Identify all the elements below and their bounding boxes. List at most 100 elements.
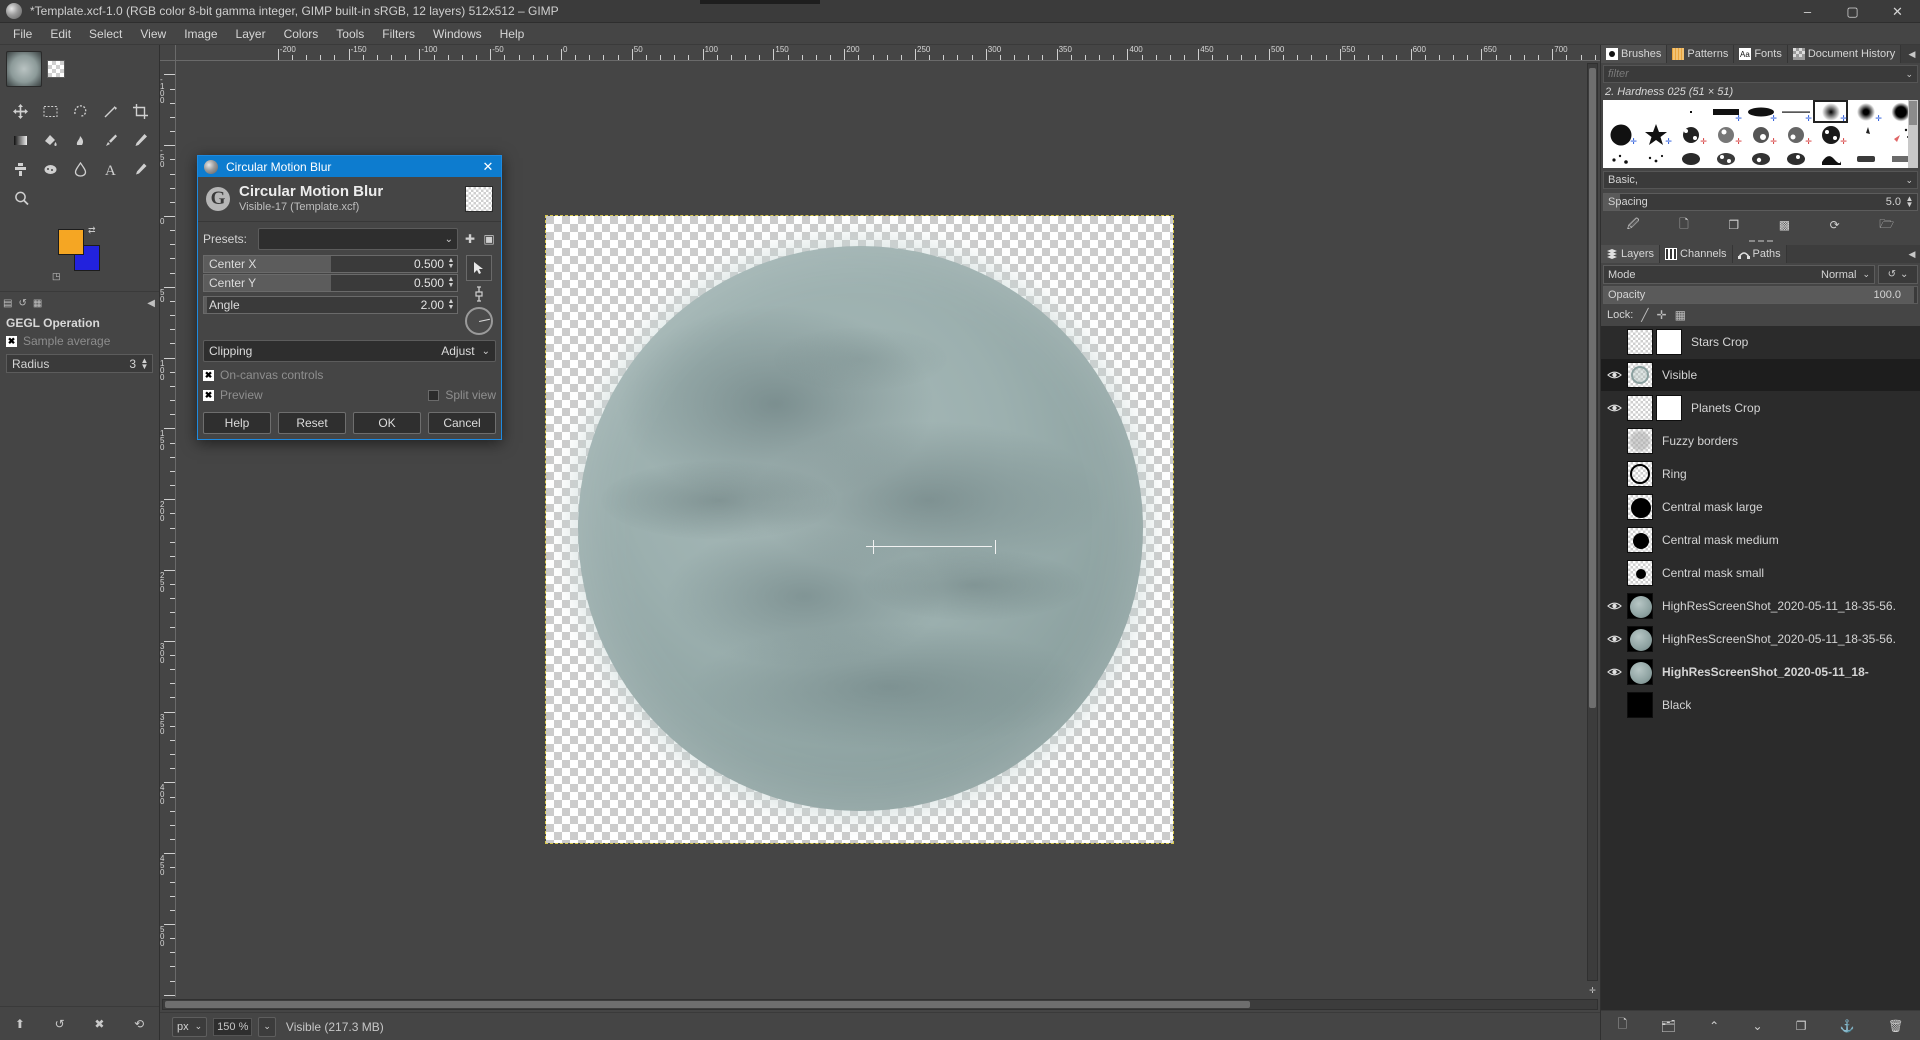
- menu-image[interactable]: Image: [175, 25, 226, 43]
- layer-list[interactable]: Stars Crop Visible Planets Crop Fuzzy borde…: [1601, 326, 1920, 1010]
- zoom-input[interactable]: 150 %: [213, 1017, 253, 1036]
- open-brush-folder-icon[interactable]: 🗁: [1879, 215, 1894, 236]
- brush-grid-scrollbar-thumb[interactable]: [1909, 101, 1917, 125]
- angle-value[interactable]: 2.00: [421, 298, 446, 312]
- layer-row[interactable]: Fuzzy borders: [1601, 425, 1920, 458]
- manage-presets-icon[interactable]: ▣: [482, 230, 496, 248]
- circular-motion-blur-dialog[interactable]: Circular Motion Blur ✕ G Circular Motion…: [197, 155, 502, 440]
- brush-cell[interactable]: ✛: [1673, 123, 1708, 146]
- horizontal-ruler[interactable]: -200 -150 -100 -50 0 50 100 150 200 250 300 350 400 4…: [176, 45, 1600, 61]
- layer-thumbnail[interactable]: [1627, 659, 1653, 685]
- ruler-corner-unit-button[interactable]: [160, 45, 176, 61]
- zoom-tool-icon[interactable]: [6, 184, 36, 213]
- image-tab-thumbnail[interactable]: [47, 60, 65, 78]
- preview-checkbox[interactable]: ✖: [203, 389, 214, 401]
- move-tool-icon[interactable]: [6, 97, 36, 126]
- presets-combobox[interactable]: ⌄: [258, 228, 458, 250]
- edit-brush-icon[interactable]: 🖉: [1627, 215, 1640, 236]
- vertical-ruler[interactable]: - 1 0 0 - 5 0 0 5 0 1 0 0 1 5 0 2 0 0 2 5 0 3 0 …: [160, 61, 176, 997]
- layer-mask-thumbnail[interactable]: [1656, 329, 1682, 355]
- chevron-down-icon[interactable]: ⌄: [1900, 269, 1908, 280]
- gradient-tool-icon[interactable]: [6, 126, 36, 155]
- brush-cell[interactable]: ✛: [1638, 123, 1673, 146]
- delete-brush-icon[interactable]: ▩: [1779, 218, 1790, 232]
- brush-cell[interactable]: ✛: [1743, 100, 1778, 123]
- minimize-button[interactable]: –: [1785, 0, 1830, 23]
- menu-select[interactable]: Select: [80, 25, 131, 43]
- raise-layer-icon[interactable]: ⌃: [1709, 1019, 1719, 1033]
- split-view-checkbox[interactable]: [428, 389, 440, 401]
- brush-cell[interactable]: [1673, 100, 1708, 123]
- paintbrush-tool-icon[interactable]: [95, 126, 125, 155]
- lock-alpha-icon[interactable]: ▦: [1675, 308, 1686, 322]
- free-select-tool-icon[interactable]: [66, 97, 96, 126]
- dock-resize-grip[interactable]: [1601, 237, 1920, 245]
- ok-button[interactable]: OK: [353, 412, 421, 434]
- menu-file[interactable]: File: [4, 25, 41, 43]
- layers-dock-menu-icon[interactable]: ◀: [1904, 245, 1920, 263]
- tab-paths[interactable]: Paths: [1732, 245, 1787, 263]
- bucket-fill-tool-icon[interactable]: [36, 126, 66, 155]
- vertical-scrollbar-thumb[interactable]: [1589, 68, 1596, 708]
- spacing-spin-arrows[interactable]: ▲ ▼: [1904, 195, 1915, 209]
- center-y-value[interactable]: 0.500: [414, 276, 446, 290]
- paths-tool-icon[interactable]: [95, 97, 125, 126]
- brush-cell[interactable]: ✛: [1743, 123, 1778, 146]
- lower-layer-icon[interactable]: ⌄: [1752, 1019, 1762, 1033]
- menu-help[interactable]: Help: [491, 25, 534, 43]
- new-brush-icon[interactable]: 🗋: [1679, 215, 1689, 236]
- spacing-slider[interactable]: Spacing 5.0 ▲ ▼: [1603, 193, 1918, 211]
- tool-options-menu-icon[interactable]: ◀: [147, 298, 155, 309]
- brush-cell[interactable]: ✛: [1848, 100, 1883, 123]
- clipping-selector[interactable]: Clipping Adjust ⌄: [203, 340, 496, 362]
- layer-thumbnail[interactable]: [1627, 362, 1653, 388]
- brush-cell[interactable]: [1638, 100, 1673, 123]
- layer-thumbnail[interactable]: [1627, 461, 1653, 487]
- layer-mask-thumbnail[interactable]: [1656, 395, 1682, 421]
- link-center-values-icon[interactable]: [469, 283, 489, 305]
- layer-thumbnail[interactable]: [1627, 329, 1653, 355]
- smudge-tool-icon[interactable]: [66, 126, 96, 155]
- on-canvas-controls-checkbox[interactable]: ✖: [203, 369, 214, 381]
- layer-row[interactable]: Central mask large: [1601, 491, 1920, 524]
- add-preset-icon[interactable]: ✚: [463, 230, 477, 248]
- reset-tool-options-icon[interactable]: ⟲: [134, 1017, 144, 1031]
- layer-thumbnail[interactable]: [1627, 428, 1653, 454]
- duplicate-brush-icon[interactable]: ❐: [1728, 218, 1739, 232]
- brush-cell[interactable]: [1638, 146, 1673, 168]
- preview-row[interactable]: ✖ Preview Split view: [203, 388, 496, 402]
- radius-stepper[interactable]: Radius 3 ▲ ▼: [6, 354, 153, 373]
- anchor-layer-icon[interactable]: ⚓: [1840, 1019, 1855, 1033]
- layer-thumbnail[interactable]: [1627, 560, 1653, 586]
- open-image-thumbnail[interactable]: [6, 51, 42, 87]
- sample-average-checkbox[interactable]: ✖: [6, 335, 17, 347]
- angle-spin-arrows[interactable]: ▲ ▼: [446, 298, 456, 311]
- brush-cell[interactable]: [1743, 146, 1778, 168]
- layer-row[interactable]: Central mask small: [1601, 557, 1920, 590]
- device-status-tab-icon[interactable]: ▦: [33, 298, 42, 309]
- menu-filters[interactable]: Filters: [373, 25, 424, 43]
- navigation-preview-button[interactable]: ✛: [1585, 983, 1600, 997]
- composite-mode-icon[interactable]: ↺: [1888, 269, 1896, 280]
- layer-row[interactable]: Ring: [1601, 458, 1920, 491]
- layer-row[interactable]: HighResScreenShot_2020-05-11_18-35-56.: [1601, 590, 1920, 623]
- on-canvas-controls-row[interactable]: ✖ On-canvas controls: [203, 368, 496, 382]
- menu-layer[interactable]: Layer: [227, 25, 275, 43]
- split-view-wrap[interactable]: Split view: [428, 388, 496, 402]
- eye-icon[interactable]: [1606, 634, 1622, 644]
- new-layer-group-icon[interactable]: 🗂: [1661, 1019, 1676, 1033]
- layer-thumbnail[interactable]: [1627, 593, 1653, 619]
- brush-cell[interactable]: ✛: [1708, 100, 1743, 123]
- angle-dial[interactable]: [465, 307, 493, 335]
- layer-visibility-toggle[interactable]: [1601, 601, 1627, 611]
- center-x-spin-arrows[interactable]: ▲ ▼: [446, 257, 456, 270]
- brush-cell[interactable]: ✛: [1778, 123, 1813, 146]
- rectangle-select-tool-icon[interactable]: [36, 97, 66, 126]
- layer-mode-selector[interactable]: Mode Normal ⌄: [1603, 265, 1875, 284]
- unit-selector[interactable]: px ⌄: [172, 1016, 208, 1037]
- brush-cell[interactable]: [1603, 100, 1638, 123]
- menu-tools[interactable]: Tools: [327, 25, 373, 43]
- brush-grid-scrollbar[interactable]: [1908, 100, 1918, 168]
- opacity-slider[interactable]: Opacity 100.0 ▲▼: [1603, 286, 1918, 304]
- eye-icon[interactable]: [1606, 370, 1622, 380]
